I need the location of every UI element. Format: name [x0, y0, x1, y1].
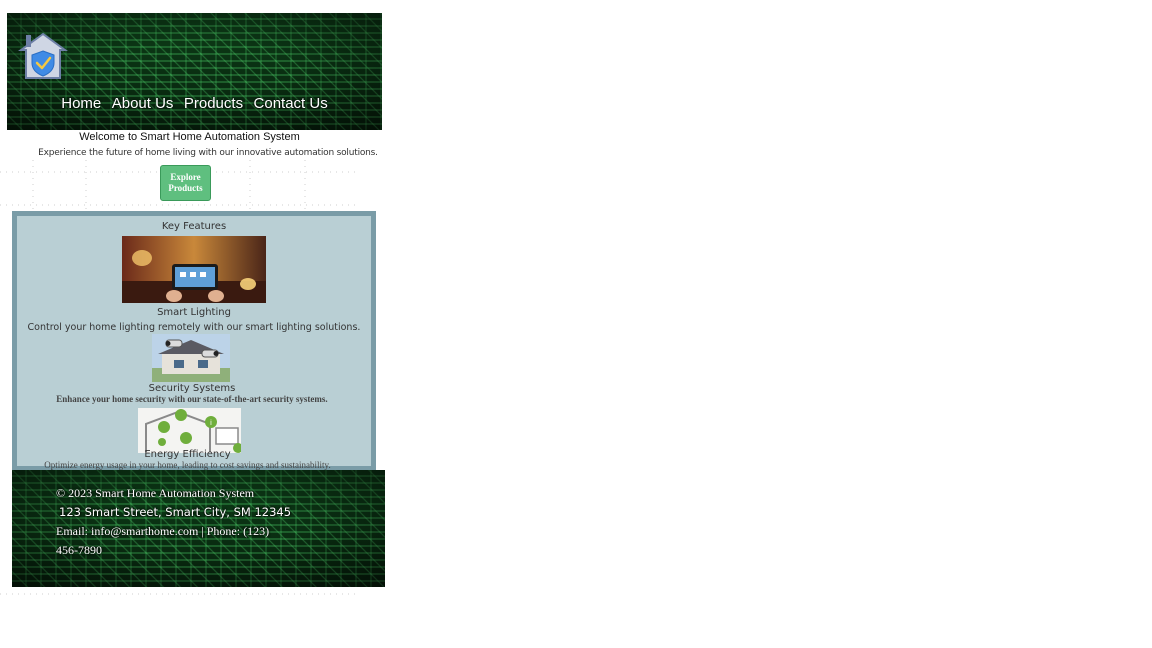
feature-name: Security Systems — [148, 383, 236, 394]
explore-products-button[interactable]: Explore Products — [160, 165, 211, 201]
nav-about-us[interactable]: About Us — [112, 95, 174, 112]
footer-address: 123 Smart Street, Smart City, SM 12345 — [59, 505, 292, 519]
smart-lighting-image — [122, 236, 266, 303]
hero-subtitle: Experience the future of home living wit… — [38, 148, 378, 158]
feature-name: Smart Lighting — [157, 307, 231, 318]
security-systems-image — [152, 334, 230, 382]
nav-products[interactable]: Products — [184, 95, 243, 112]
nav-contact-us[interactable]: Contact Us — [254, 95, 328, 112]
hero-title: Welcome to Smart Home Automation System — [79, 131, 300, 143]
feature-description: Enhance your home security with our stat… — [56, 394, 328, 404]
footer-contact: Email: info@smarthome.com | Phone: (123) — [56, 524, 270, 538]
footer-copyright: © 2023 Smart Home Automation System — [56, 486, 255, 500]
svg-text:i: i — [210, 419, 212, 427]
site-header: Home About Us Products Contact Us — [7, 13, 382, 130]
site-footer: © 2023 Smart Home Automation System 123 … — [12, 470, 385, 587]
main-nav: Home About Us Products Contact Us — [7, 95, 382, 113]
key-features-section: Key Features Smart Lighting Control your… — [12, 211, 376, 471]
features-title: Key Features — [161, 221, 227, 232]
energy-efficiency-image: i — [138, 408, 241, 453]
footer-phone-continued: 456-7890 — [56, 543, 102, 557]
feature-description: Control your home lighting remotely with… — [27, 322, 361, 333]
nav-home[interactable]: Home — [61, 95, 101, 112]
feature-name: Energy Efficiency — [144, 449, 231, 460]
home-shield-icon — [18, 32, 68, 79]
feature-description: Optimize energy usage in your home, lead… — [44, 460, 331, 470]
